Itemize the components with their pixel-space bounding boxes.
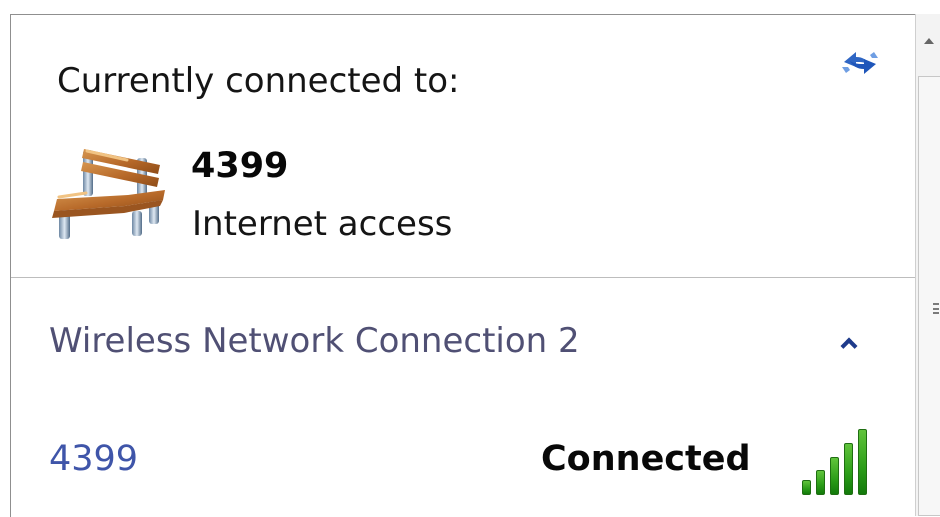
network-flyout-panel: Currently connected to: 4399 Internet ac… (10, 14, 915, 517)
bench-network-icon (49, 131, 169, 246)
signal-bar (830, 457, 839, 495)
network-list-item[interactable]: 4399 Connected (11, 405, 915, 505)
current-network-name: 4399 (191, 146, 289, 186)
current-network-access: Internet access (192, 204, 453, 244)
network-ssid: 4399 (49, 439, 139, 479)
vertical-scrollbar[interactable] (915, 14, 940, 516)
scroll-up-arrow-icon[interactable] (924, 38, 934, 44)
refresh-icon[interactable] (836, 42, 884, 84)
scrollbar-thumb[interactable] (918, 76, 940, 516)
grip-icon (933, 303, 939, 314)
currently-connected-label: Currently connected to: (57, 61, 460, 101)
signal-bar (844, 443, 853, 495)
signal-bar (802, 480, 811, 495)
signal-strength-icon (791, 425, 873, 495)
section-divider (11, 277, 915, 278)
wireless-section-title: Wireless Network Connection 2 (49, 321, 580, 361)
signal-bar (816, 470, 825, 495)
chevron-up-icon[interactable] (837, 335, 861, 357)
signal-bar (858, 429, 867, 495)
network-status: Connected (541, 439, 751, 479)
